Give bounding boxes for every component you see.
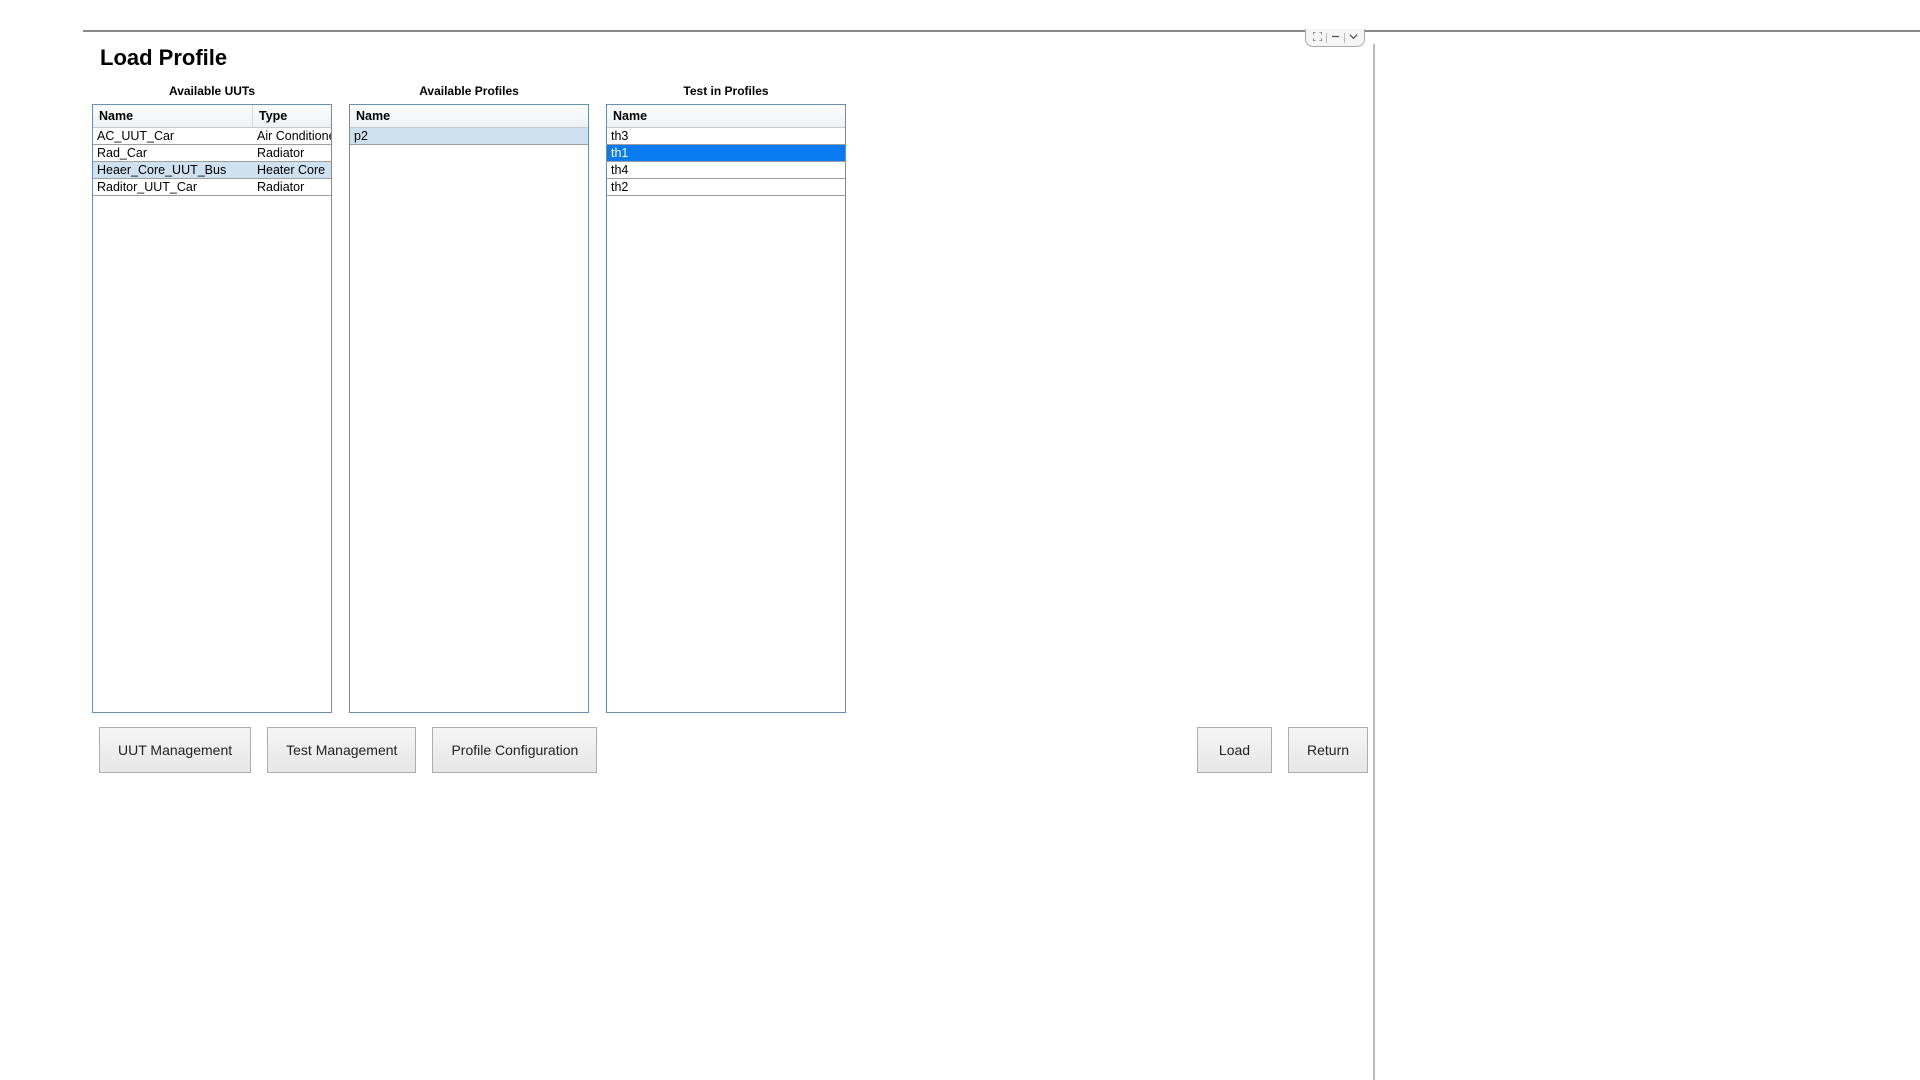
col-header-type[interactable]: Type <box>253 105 331 127</box>
cell-name: th2 <box>607 179 845 195</box>
panels-container: Available UUTs Name Type AC_UUT_CarAir C… <box>92 82 846 713</box>
table-row[interactable]: Raditor_UUT_CarRadiator <box>93 179 331 196</box>
uut-management-button[interactable]: UUT Management <box>99 727 251 773</box>
panel-tests-in-profiles: Test in Profiles Name th3th1th4th2 <box>606 82 846 713</box>
table-row[interactable]: th2 <box>607 179 845 196</box>
panel-title-uuts: Available UUTs <box>92 82 332 104</box>
list-body-uuts: AC_UUT_CarAir ConditionerRad_CarRadiator… <box>93 128 331 196</box>
table-row[interactable]: th3 <box>607 128 845 145</box>
cell-name: Raditor_UUT_Car <box>93 179 253 195</box>
cell-name: th4 <box>607 162 845 178</box>
list-uuts[interactable]: Name Type AC_UUT_CarAir ConditionerRad_C… <box>92 104 332 713</box>
list-header-tests: Name <box>607 105 845 128</box>
list-profiles[interactable]: Name p2 <box>349 104 589 713</box>
panel-available-uuts: Available UUTs Name Type AC_UUT_CarAir C… <box>92 82 332 713</box>
list-tests[interactable]: Name th3th1th4th2 <box>606 104 846 713</box>
frame-top-border <box>83 30 1920 32</box>
panel-title-profiles: Available Profiles <box>349 82 589 104</box>
chevron-down-icon[interactable] <box>1349 32 1358 44</box>
profile-configuration-button[interactable]: Profile Configuration <box>432 727 597 773</box>
button-bar-left: UUT Management Test Management Profile C… <box>99 727 597 773</box>
return-button[interactable]: Return <box>1288 727 1368 773</box>
cell-type: Air Conditioner <box>253 128 331 144</box>
panel-available-profiles: Available Profiles Name p2 <box>349 82 589 713</box>
panel-title-tests: Test in Profiles <box>606 82 846 104</box>
list-body-tests: th3th1th4th2 <box>607 128 845 196</box>
table-row[interactable]: th1 <box>607 145 845 162</box>
cell-type: Radiator <box>253 179 331 195</box>
cell-name: th3 <box>607 128 845 144</box>
list-header-uuts: Name Type <box>93 105 331 128</box>
button-bar-right: Load Return <box>1197 727 1368 773</box>
cell-name: p2 <box>350 128 588 144</box>
table-row[interactable]: AC_UUT_CarAir Conditioner <box>93 128 331 145</box>
load-button[interactable]: Load <box>1197 727 1272 773</box>
cell-type: Heater Core <box>253 162 331 178</box>
page-title: Load Profile <box>100 45 227 71</box>
window-controls <box>1305 29 1365 47</box>
cell-name: Rad_Car <box>93 145 253 161</box>
cell-name: AC_UUT_Car <box>93 128 253 144</box>
separator <box>1326 33 1327 43</box>
separator <box>1344 33 1345 43</box>
table-row[interactable]: p2 <box>350 128 588 145</box>
table-row[interactable]: th4 <box>607 162 845 179</box>
list-body-profiles: p2 <box>350 128 588 145</box>
frame-right-border <box>1373 44 1375 1080</box>
cell-type: Radiator <box>253 145 331 161</box>
table-row[interactable]: Rad_CarRadiator <box>93 145 331 162</box>
col-header-name[interactable]: Name <box>607 105 845 127</box>
col-header-name[interactable]: Name <box>350 105 588 127</box>
col-header-name[interactable]: Name <box>93 105 253 127</box>
cell-name: th1 <box>607 145 845 161</box>
minimize-icon[interactable] <box>1331 32 1340 44</box>
expand-icon[interactable] <box>1313 32 1322 44</box>
test-management-button[interactable]: Test Management <box>267 727 416 773</box>
cell-name: Heaer_Core_UUT_Bus <box>93 162 253 178</box>
list-header-profiles: Name <box>350 105 588 128</box>
table-row[interactable]: Heaer_Core_UUT_BusHeater Core <box>93 162 331 179</box>
